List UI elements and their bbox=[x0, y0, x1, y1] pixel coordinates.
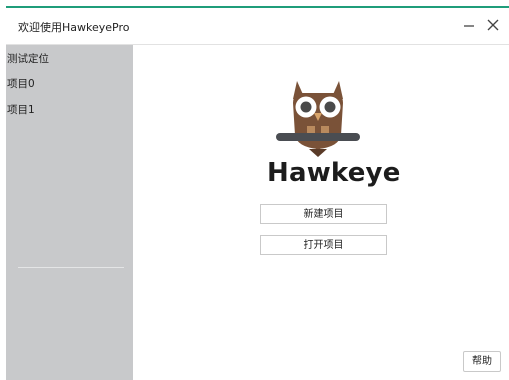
minimize-button[interactable] bbox=[458, 14, 480, 36]
sidebar-item-project-0[interactable]: 项目0 bbox=[6, 73, 133, 95]
open-project-button[interactable]: 打开项目 bbox=[260, 235, 387, 255]
owl-logo-icon bbox=[273, 73, 363, 161]
minimize-icon bbox=[464, 25, 474, 27]
sidebar-divider bbox=[18, 267, 124, 268]
title-bar: 欢迎使用HawkeyePro bbox=[6, 8, 509, 45]
close-icon bbox=[487, 19, 499, 31]
project-sidebar: 测试定位 项目0 项目1 bbox=[6, 45, 133, 380]
window-accent-bar bbox=[0, 0, 509, 8]
sidebar-item-test-location[interactable]: 测试定位 bbox=[6, 48, 133, 70]
welcome-window: 欢迎使用HawkeyePro 测试定位 项目0 项目1 Hawkeye 新建项目… bbox=[0, 0, 509, 380]
new-project-button[interactable]: 新建项目 bbox=[260, 204, 387, 224]
help-button[interactable]: 帮助 bbox=[463, 351, 501, 372]
close-button[interactable] bbox=[482, 14, 504, 36]
window-title: 欢迎使用HawkeyePro bbox=[18, 21, 130, 34]
sidebar-item-project-1[interactable]: 项目1 bbox=[6, 99, 133, 121]
brand-title: Hawkeye bbox=[267, 158, 401, 188]
welcome-main-panel: Hawkeye 新建项目 打开项目 帮助 bbox=[133, 45, 509, 380]
